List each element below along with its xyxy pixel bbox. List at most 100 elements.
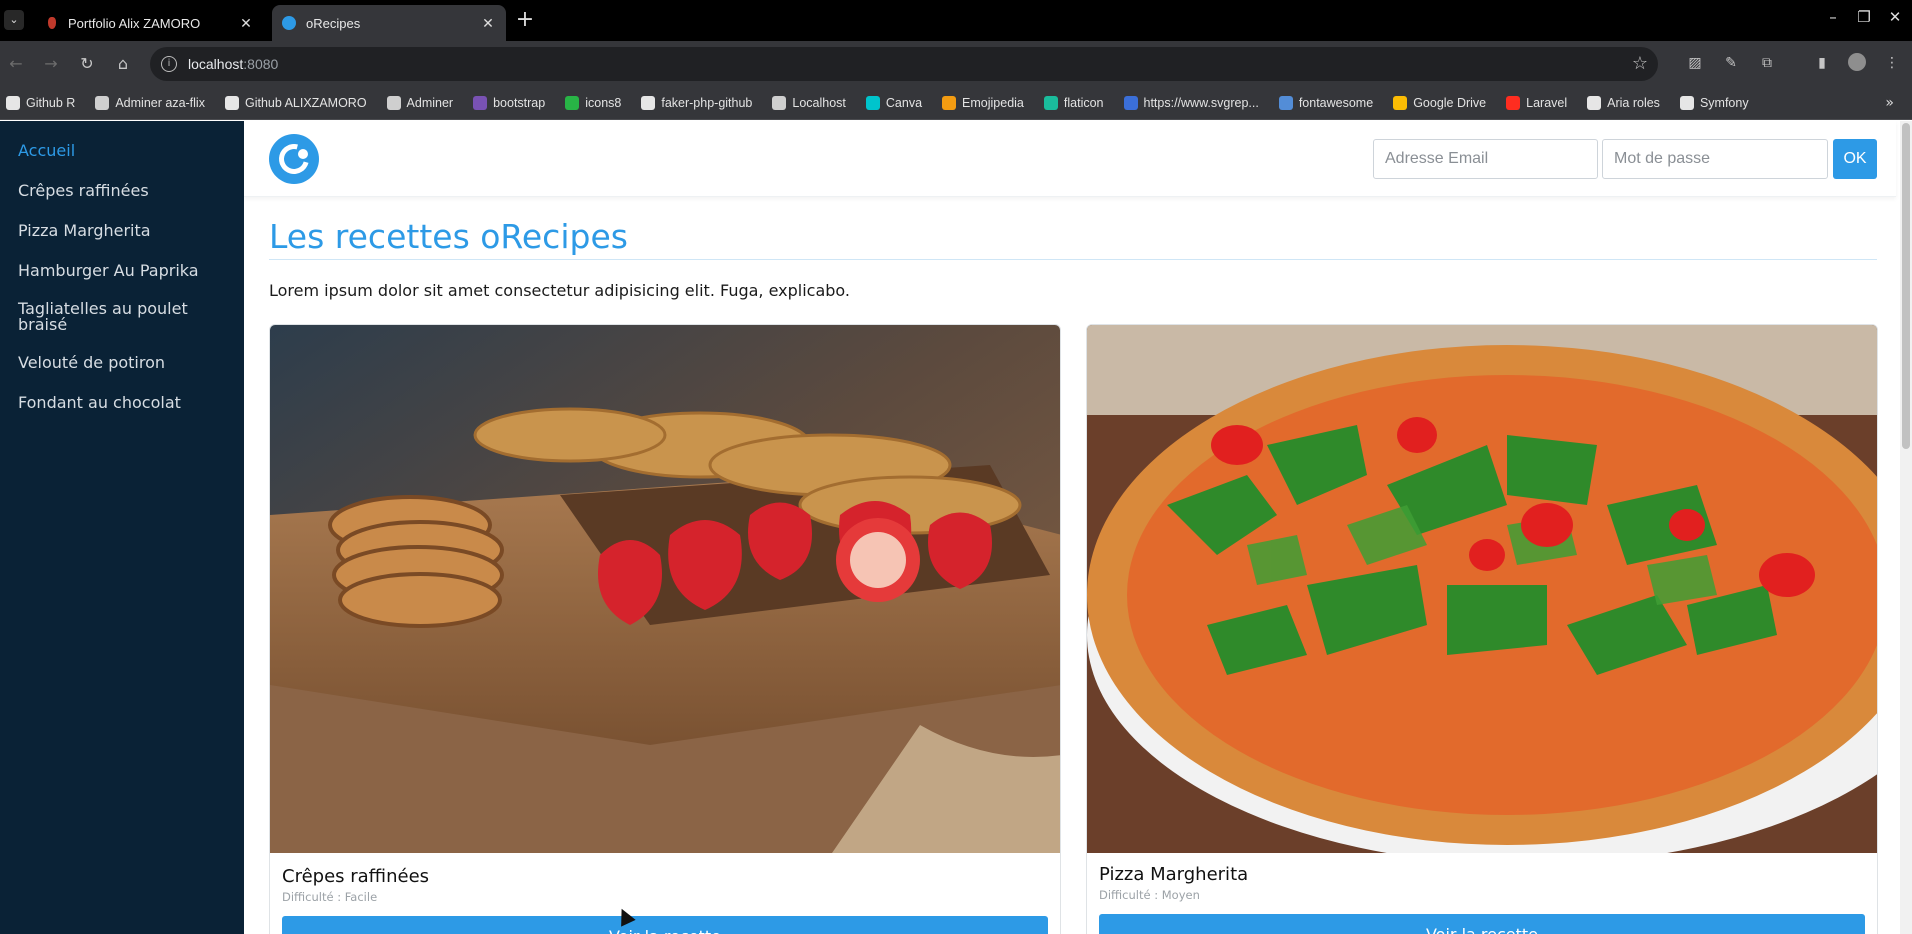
bookmark-label: Adminer aza-flix	[115, 96, 205, 110]
bookmark-star-icon[interactable]: ☆	[1632, 53, 1648, 74]
site-header: OK	[244, 121, 1896, 197]
recipe-difficulty: Difficulté : Moyen	[1099, 888, 1200, 902]
adminer-icon	[386, 96, 401, 110]
bookmark-item[interactable]: Aria roles	[1587, 96, 1660, 110]
bookmark-label: Localhost	[792, 96, 846, 110]
browser-tab-bar: ⌄ Portfolio Alix ZAMORO ✕ oRecipes ✕ + –…	[0, 0, 1912, 41]
bookmark-item[interactable]: Github R	[6, 96, 75, 110]
bookmark-label: Emojipedia	[962, 96, 1024, 110]
bookmarks-bar: Github R Adminer aza-flix Github ALIXZAMOR…	[0, 87, 1912, 120]
recipe-difficulty: Difficulté : Facile	[282, 890, 378, 904]
bootstrap-icon	[473, 96, 488, 110]
sidebar-item[interactable]: Accueil	[0, 141, 244, 161]
recipe-card: Crêpes raffinées Difficulté : Facile Voi…	[269, 324, 1061, 934]
laravel-icon	[1506, 96, 1521, 110]
browser-menu-icon[interactable]: ⋮	[1882, 53, 1902, 73]
close-window-icon[interactable]: ✕	[1880, 8, 1910, 26]
extensions-puzzle-icon[interactable]: ⧉	[1757, 53, 1777, 73]
forward-icon[interactable]: →	[40, 53, 62, 75]
page-scrollbar[interactable]	[1900, 121, 1912, 934]
url-text: localhost:8080	[188, 56, 279, 72]
extension-eyedropper-icon[interactable]: ✎	[1721, 53, 1741, 73]
site-info-icon[interactable]: i	[161, 56, 177, 72]
bookmark-item[interactable]: icons8	[565, 96, 621, 110]
bookmark-label: https://www.svgrep...	[1143, 96, 1259, 110]
extension-color-picker-icon[interactable]: ▨	[1685, 53, 1705, 73]
scrollbar-thumb[interactable]	[1902, 123, 1910, 449]
tab-orecipes[interactable]: oRecipes ✕	[272, 5, 506, 41]
bookmark-item[interactable]: Adminer aza-flix	[95, 96, 205, 110]
github-icon	[641, 96, 656, 110]
bookmark-label: Laravel	[1526, 96, 1568, 110]
bookmark-label: faker-php-github	[661, 96, 753, 110]
bookmark-label: bootstrap	[493, 96, 546, 110]
main-content: OK Les recettes oRecipes Lorem ipsum dol…	[244, 121, 1896, 934]
bookmark-item[interactable]: Google Drive	[1393, 96, 1486, 110]
bookmark-label: flaticon	[1063, 96, 1104, 110]
home-icon[interactable]: ⌂	[112, 53, 134, 75]
new-tab-button[interactable]: +	[514, 8, 536, 32]
bookmark-item[interactable]: fontawesome	[1278, 96, 1373, 110]
close-tab-icon[interactable]: ✕	[238, 15, 254, 32]
bookmark-item[interactable]: Localhost	[772, 96, 846, 110]
svgrepo-icon	[1123, 96, 1138, 110]
logo-dot	[298, 149, 308, 159]
close-tab-icon[interactable]: ✕	[480, 15, 496, 32]
bookmark-item[interactable]: bootstrap	[473, 96, 545, 110]
tab-portfolio[interactable]: Portfolio Alix ZAMORO ✕	[34, 5, 264, 41]
tab-title: oRecipes	[306, 15, 361, 31]
sidebar-item[interactable]: Crêpes raffinées	[0, 181, 244, 201]
bookmark-item[interactable]: Laravel	[1506, 96, 1567, 110]
sidebar-item[interactable]: Hamburger Au Paprika	[0, 261, 244, 281]
recipe-name[interactable]: Crêpes raffinées	[282, 866, 429, 887]
tab-search-button[interactable]: ⌄	[4, 10, 24, 30]
back-icon[interactable]: ←	[5, 53, 27, 75]
crepes-photo[interactable]	[270, 325, 1061, 853]
orecipes-favicon-icon	[282, 16, 296, 30]
symfony-icon	[1679, 96, 1694, 110]
orecipes-logo[interactable]	[269, 134, 319, 184]
sidebar-item[interactable]: Tagliatelles au poulet braisé	[0, 301, 244, 333]
minimize-icon[interactable]: –	[1818, 8, 1848, 26]
sidebar-item[interactable]: Fondant au chocolat	[0, 393, 244, 413]
view-recipe-button[interactable]: Voir la recette	[1099, 914, 1865, 934]
github-icon	[6, 96, 20, 110]
pizza-photo[interactable]	[1087, 325, 1878, 853]
bookmark-item[interactable]: Canva	[865, 96, 922, 110]
logo-ring	[273, 138, 315, 180]
page-title: Les recettes oRecipes	[269, 217, 628, 256]
bookmark-item[interactable]: Adminer	[386, 96, 453, 110]
password-field[interactable]	[1602, 139, 1828, 179]
more-bookmarks-icon[interactable]: »	[1885, 95, 1894, 111]
bookmark-item[interactable]: Github ALIXZAMORO	[224, 96, 367, 110]
globe-icon	[772, 96, 787, 110]
login-submit-button[interactable]: OK	[1833, 139, 1877, 179]
sidebar-item[interactable]: Pizza Margherita	[0, 221, 244, 241]
recipe-name[interactable]: Pizza Margherita	[1099, 864, 1248, 885]
address-bar[interactable]: i localhost:8080 ☆	[150, 47, 1658, 81]
bookmark-label: Symfony	[1699, 96, 1749, 110]
recipe-card: Pizza Margherita Difficulté : Moyen Voir…	[1086, 324, 1878, 934]
bookmark-item[interactable]: Emojipedia	[942, 96, 1024, 110]
view-recipe-button[interactable]: Voir la recette	[282, 916, 1048, 934]
aria-icon	[1587, 96, 1602, 110]
bookmark-item[interactable]: flaticon	[1043, 96, 1104, 110]
icons8-icon	[565, 96, 580, 110]
adminer-icon	[95, 96, 110, 110]
bookmark-item[interactable]: https://www.svgrep...	[1123, 96, 1259, 110]
bookmark-label: Aria roles	[1607, 96, 1660, 110]
sidebar-item[interactable]: Velouté de potiron	[0, 353, 244, 373]
portfolio-favicon-icon	[48, 17, 56, 29]
bookmark-item[interactable]: Symfony	[1679, 96, 1749, 110]
flag-icon	[1278, 96, 1293, 110]
bookmark-label: Github R	[26, 96, 76, 110]
email-field[interactable]	[1373, 139, 1598, 179]
bookmark-item[interactable]: faker-php-github	[641, 96, 752, 110]
canva-icon	[865, 96, 880, 110]
flaticon-icon	[1043, 96, 1058, 110]
restore-icon[interactable]: ❐	[1849, 8, 1879, 26]
bookmark-label: Google Drive	[1413, 96, 1487, 110]
profile-avatar-icon[interactable]	[1847, 53, 1867, 73]
side-panel-icon[interactable]: ▮	[1812, 53, 1832, 73]
reload-icon[interactable]: ↻	[76, 53, 98, 75]
